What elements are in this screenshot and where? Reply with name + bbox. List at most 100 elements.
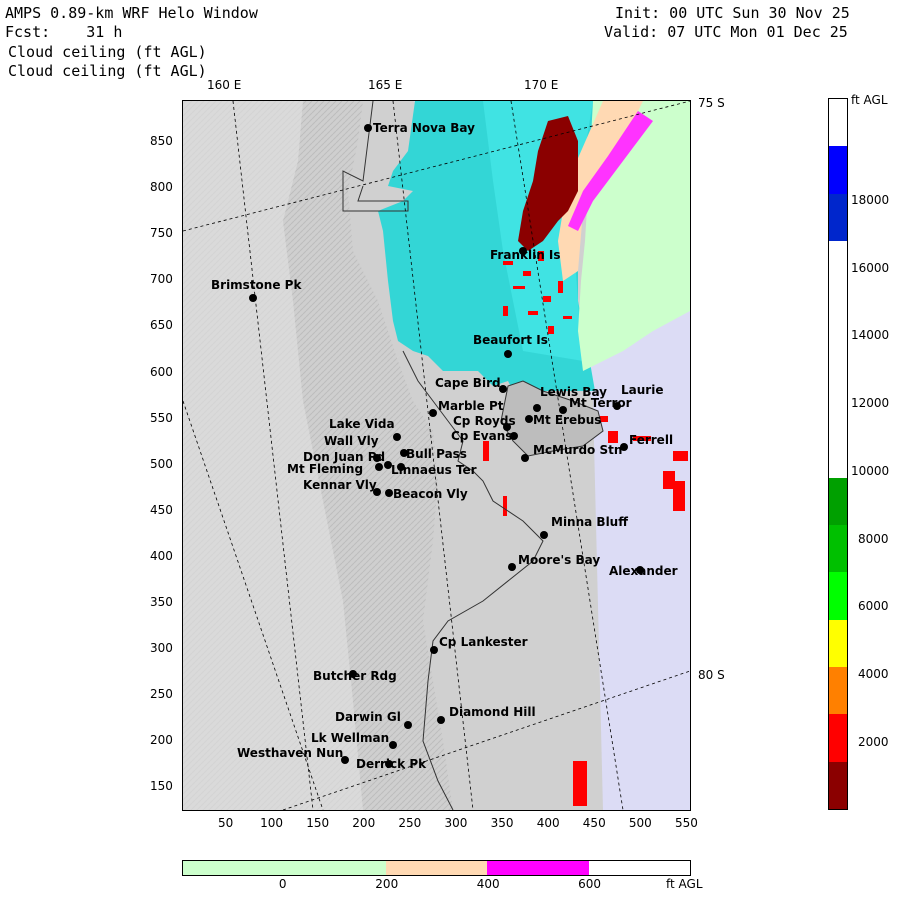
hbar-unit: ft AGL — [666, 877, 703, 891]
colorbar-unit: ft AGL — [851, 93, 888, 107]
field-name-1: Cloud ceiling (ft AGL) — [8, 43, 207, 61]
colorbar-segment — [829, 288, 847, 338]
colorbar-segment — [829, 667, 847, 715]
y-tick-label: 650 — [150, 318, 173, 333]
place-marker-dot — [385, 489, 393, 497]
place-marker-dot — [404, 721, 412, 729]
y-tick-label: 350 — [150, 595, 173, 609]
place-label: Beaufort Is — [473, 333, 548, 347]
place-marker-dot — [429, 409, 437, 417]
colorbar-segment — [829, 572, 847, 621]
place-marker-dot — [364, 124, 372, 132]
y-tick-label: 200 — [150, 733, 173, 748]
colorbar-segment — [829, 146, 847, 195]
colorbar-segment — [829, 241, 847, 290]
colorbar-tick-label: 18000 — [851, 193, 890, 207]
forecast-hour: Fcst: 31 h — [5, 23, 123, 41]
lat-label-80: 80 S — [698, 668, 725, 682]
hbar-tick-label: 0 — [278, 877, 287, 891]
place-label: McMurdo Stn — [533, 443, 623, 457]
map-panel: Terra Nova Bay Brimstone Pk Franklin Is Bea… — [182, 100, 691, 811]
place-label: Mt Erebus — [533, 413, 602, 427]
y-tick-label: 500 — [150, 456, 173, 471]
x-tick-label: 50 — [218, 816, 234, 830]
place-label: Cp Royds — [453, 414, 516, 428]
colorbar-segment — [829, 619, 847, 668]
hbar-tick-label: 400 — [476, 877, 500, 891]
place-label: Lake Vida — [329, 417, 395, 431]
place-marker-dot — [521, 454, 529, 462]
y-tick-label: 450 — [150, 502, 173, 517]
place-label: Butcher Rdg — [313, 669, 397, 683]
colorbar-tick-label: 6000 — [858, 599, 889, 614]
place-marker-dot — [533, 404, 541, 412]
x-tick-label: 200 — [352, 816, 376, 830]
hbar-segment — [385, 861, 489, 875]
place-marker-dot — [384, 461, 392, 469]
colorbar-segment — [829, 477, 847, 526]
y-tick-label: 250 — [150, 687, 173, 702]
colorbar-tick-label: 14000 — [851, 328, 890, 343]
horizontal-colorbar — [182, 860, 692, 876]
place-marker-dot — [525, 415, 533, 423]
place-label: Moore's Bay — [518, 553, 601, 567]
place-label: Marble Pt — [438, 399, 504, 413]
y-tick-label: 700 — [150, 272, 173, 287]
x-tick-label: 500 — [628, 816, 652, 830]
place-label: Wall Vly — [324, 434, 379, 448]
place-label: Bull Pass — [406, 447, 467, 461]
x-tick-label: 350 — [490, 816, 514, 830]
lon-label-165: 165 E — [368, 78, 403, 92]
place-label: Mt Terror — [569, 396, 632, 410]
y-tick-label: 550 — [150, 410, 173, 425]
hbar-segment — [284, 861, 388, 875]
place-label: Ferrell — [629, 433, 674, 447]
place-label: Alexander — [609, 564, 678, 578]
place-marker-dot — [540, 531, 548, 539]
place-label: Mt Fleming — [287, 462, 364, 476]
colorbar-tick-label: 4000 — [858, 666, 889, 681]
y-tick-label: 800 — [150, 180, 173, 195]
y-tick-label: 300 — [150, 641, 173, 656]
place-label: Darwin Gl — [335, 710, 401, 724]
place-label: Franklin Is — [490, 248, 561, 262]
place-marker-dot — [393, 433, 401, 441]
place-marker-dot — [508, 563, 516, 571]
valid-time: Valid: 07 UTC Mon 01 Dec 25 — [604, 23, 848, 41]
colorbar-segment — [829, 99, 847, 148]
lon-label-170: 170 E — [524, 78, 559, 92]
place-label: Laurie — [621, 383, 664, 397]
y-tick-label: 850 — [150, 134, 173, 148]
lon-label-160: 160 E — [207, 78, 242, 92]
y-tick-label: 750 — [150, 226, 173, 241]
colorbar-segment — [829, 193, 847, 242]
place-label: Cp Evans — [451, 429, 513, 443]
colorbar-segment — [829, 383, 847, 432]
hbar-segment — [183, 861, 286, 875]
y-tick-label: 150 — [150, 779, 173, 794]
x-tick-label: 250 — [398, 816, 422, 830]
place-label: Diamond Hill — [449, 705, 536, 719]
y-tick-label: 600 — [150, 364, 173, 379]
map-title: AMPS 0.89-km WRF Helo Window — [5, 4, 258, 22]
place-label: Kennar Vly — [303, 478, 377, 492]
place-label: Lk Wellman — [311, 731, 390, 745]
lat-label-75: 75 S — [698, 96, 725, 110]
colorbar-tick-label: 16000 — [851, 260, 890, 275]
place-marker-dot — [504, 350, 512, 358]
colorbar — [828, 98, 848, 810]
place-label: Minna Bluff — [551, 515, 628, 529]
place-label: Beacon Vly — [393, 487, 468, 501]
place-label: Cp Lankester — [439, 635, 528, 649]
place-marker-dot — [437, 716, 445, 724]
hbar-tick-label: 600 — [578, 877, 601, 891]
colorbar-segment — [829, 761, 847, 810]
colorbar-tick-label: 2000 — [858, 734, 889, 749]
colorbar-segment — [829, 335, 847, 385]
colorbar-tick-label: 12000 — [851, 396, 890, 411]
place-marker-dot — [430, 646, 438, 654]
colorbar-segment — [829, 430, 847, 480]
x-tick-label: 450 — [582, 816, 606, 830]
x-tick-label: 150 — [306, 816, 330, 830]
hbar-tick-label: 200 — [375, 877, 399, 891]
